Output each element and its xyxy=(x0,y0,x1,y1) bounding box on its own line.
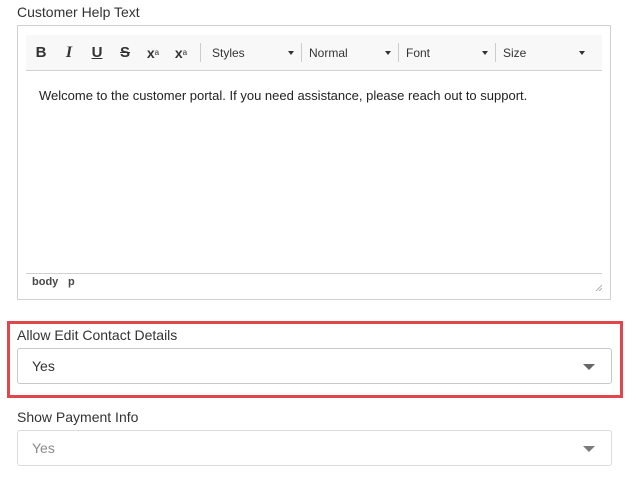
customer-help-text-editor[interactable]: B I U S xa xa Styles Normal Font Size We… xyxy=(17,25,611,300)
customer-help-text-label: Customer Help Text xyxy=(17,4,140,20)
size-combo[interactable]: Size xyxy=(499,35,589,70)
italic-button[interactable]: I xyxy=(56,35,82,70)
chevron-down-icon xyxy=(482,51,488,55)
toolbar-separator xyxy=(495,43,496,62)
strikethrough-button[interactable]: S xyxy=(112,35,138,70)
resize-grip-icon[interactable] xyxy=(595,284,602,291)
bold-button[interactable]: B xyxy=(28,35,54,70)
editor-toolbar: B I U S xa xa Styles Normal Font Size xyxy=(26,35,602,71)
chevron-down-icon xyxy=(579,51,585,55)
size-combo-label: Size xyxy=(503,45,527,60)
show-payment-info-value: Yes xyxy=(32,440,55,456)
allow-edit-contact-details-select[interactable]: Yes xyxy=(17,348,612,384)
chevron-down-icon xyxy=(385,51,391,55)
show-payment-info-label: Show Payment Info xyxy=(17,409,139,425)
toolbar-separator xyxy=(301,43,302,62)
format-combo[interactable]: Normal xyxy=(305,35,395,70)
styles-combo-label: Styles xyxy=(212,45,245,60)
subscript-button[interactable]: xa xyxy=(140,35,166,70)
element-path-bar: body p xyxy=(26,273,602,292)
subscript-mark: a xyxy=(154,48,160,57)
subscript-base: x xyxy=(146,44,155,61)
allow-edit-contact-details-value: Yes xyxy=(32,358,55,374)
superscript-mark: a xyxy=(182,48,188,57)
superscript-button[interactable]: xa xyxy=(168,35,194,70)
allow-edit-contact-details-label: Allow Edit Contact Details xyxy=(17,327,178,343)
font-combo[interactable]: Font xyxy=(402,35,492,70)
chevron-down-icon xyxy=(583,446,595,452)
chevron-down-icon xyxy=(288,51,294,55)
styles-combo[interactable]: Styles xyxy=(208,35,298,70)
format-combo-label: Normal xyxy=(309,45,348,60)
font-combo-label: Font xyxy=(406,45,431,60)
editor-content[interactable]: Welcome to the customer portal. If you n… xyxy=(39,88,527,103)
underline-button[interactable]: U xyxy=(84,35,110,70)
toolbar-separator xyxy=(398,43,399,62)
settings-form: Customer Help Text B I U S xa xa Styles … xyxy=(0,0,632,482)
show-payment-info-select[interactable]: Yes xyxy=(17,430,612,466)
toolbar-separator xyxy=(200,43,201,62)
path-item-p[interactable]: p xyxy=(68,276,75,288)
superscript-base: x xyxy=(174,44,183,61)
chevron-down-icon xyxy=(583,364,595,370)
path-item-body[interactable]: body xyxy=(32,276,58,288)
